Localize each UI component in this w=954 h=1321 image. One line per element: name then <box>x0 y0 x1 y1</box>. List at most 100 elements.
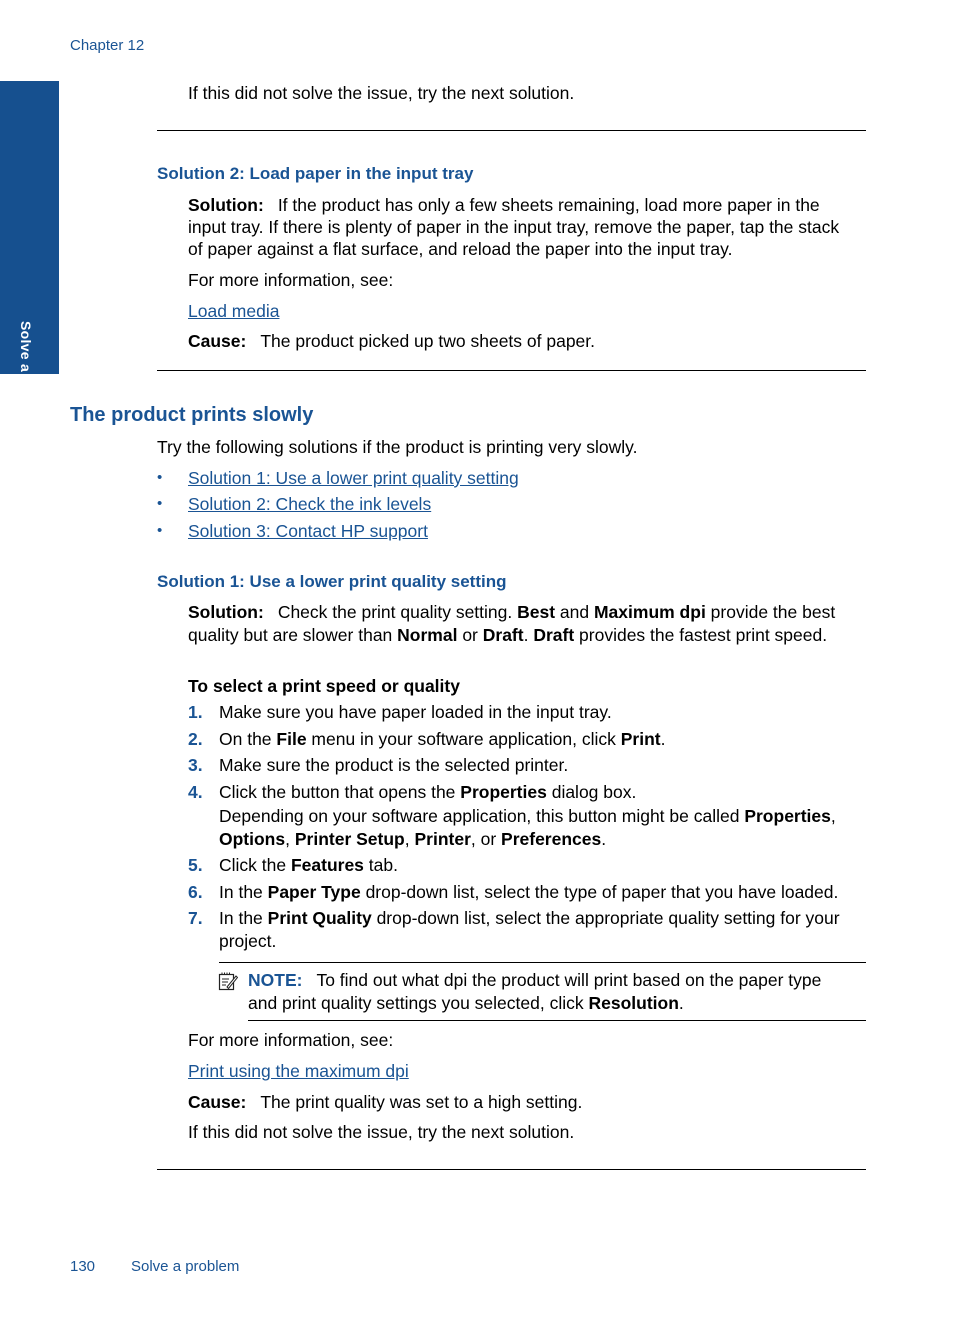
step-number: 4. <box>188 782 203 802</box>
text: Click the <box>219 855 291 875</box>
note-top-rule <box>219 962 866 963</box>
step-2: 2. On the File menu in your software app… <box>188 728 665 750</box>
step-7: 7. In the Print Quality drop-down list, … <box>188 907 840 929</box>
solution-text: If the product has only a few sheets rem… <box>277 195 820 215</box>
solution1-line2: quality but are slower than Normal or Dr… <box>188 624 827 646</box>
text: or <box>457 625 483 645</box>
bullet: • <box>157 469 163 486</box>
solution1-link[interactable]: Solution 1: Use a lower print quality se… <box>188 468 519 488</box>
bold-term: Draft <box>533 625 575 645</box>
cause-line: Cause: The print quality was set to a hig… <box>188 1091 582 1113</box>
cause-label: Cause: <box>188 331 247 351</box>
step-text: Make sure you have paper loaded in the i… <box>219 702 612 722</box>
cause-line: Cause: The product picked up two sheets o… <box>188 330 595 352</box>
divider <box>157 1169 866 1170</box>
note-line2: and print quality settings you selected,… <box>248 992 684 1014</box>
section-heading-prints-slowly: The product prints slowly <box>70 404 314 426</box>
print-max-dpi-link[interactable]: Print using the maximum dpi <box>188 1061 409 1081</box>
note-pencil-icon <box>218 971 239 991</box>
bold-term: Print <box>620 729 661 749</box>
step-4-detail-line1: Depending on your software application, … <box>219 805 836 827</box>
bold-term: Paper Type <box>267 882 361 902</box>
bold-term: Preferences <box>501 829 602 849</box>
bullet: • <box>157 522 163 539</box>
step-5: 5. Click the Features tab. <box>188 854 398 876</box>
step-text: Click the Features tab. <box>219 854 398 876</box>
step-3: 3. Make sure the product is the selected… <box>188 754 568 776</box>
solution2-line2: input tray. If there is plenty of paper … <box>188 217 840 237</box>
bold-term: Normal <box>397 625 458 645</box>
text: . <box>660 729 666 749</box>
side-tab-label: Solve a problem <box>18 321 34 434</box>
step-text: Click the button that opens the Properti… <box>219 781 636 803</box>
text: In the <box>219 882 268 902</box>
prints-slowly-intro: Try the following solutions if the produ… <box>157 437 638 457</box>
solution2-link[interactable]: Solution 2: Check the ink levels <box>188 494 431 514</box>
text: menu in your software application, click <box>306 729 621 749</box>
text: Check the print quality setting. <box>277 602 518 622</box>
cause-text: The print quality was set to a high sett… <box>260 1092 583 1112</box>
text: . <box>523 625 534 645</box>
chapter-header: Chapter 12 <box>70 37 145 54</box>
solution2-line1: Solution: If the product has only a few s… <box>188 194 820 216</box>
solution-label: Solution: <box>188 602 264 622</box>
text: Depending on your software application, … <box>219 806 745 826</box>
cause-text: The product picked up two sheets of pape… <box>260 331 596 351</box>
text: tab. <box>363 855 398 875</box>
side-tab: Solve a problem <box>0 81 59 434</box>
text: , <box>404 829 415 849</box>
divider <box>157 130 866 131</box>
intro-line: If this did not solve the issue, try the… <box>188 83 575 103</box>
bold-term: Properties <box>460 782 547 802</box>
step-number: 3. <box>188 755 203 775</box>
bold-term: Printer Setup <box>294 829 405 849</box>
step-number: 7. <box>188 908 203 928</box>
text: drop-down list, select the type of paper… <box>360 882 839 902</box>
text: , <box>830 806 836 826</box>
text: On the <box>219 729 277 749</box>
text: . <box>601 829 607 849</box>
step-number: 5. <box>188 855 203 875</box>
step-4-detail-line2: Options, Printer Setup, Printer, or Pref… <box>219 828 606 850</box>
cause-label: Cause: <box>188 1092 247 1112</box>
step-number: 2. <box>188 729 203 749</box>
solution-label: Solution: <box>188 195 264 215</box>
step-text: On the File menu in your software applic… <box>219 728 665 750</box>
text: Click the button that opens the <box>219 782 461 802</box>
step-1: 1. Make sure you have paper loaded in th… <box>188 701 612 723</box>
step-4: 4. Click the button that opens the Prope… <box>188 781 636 803</box>
text: In the <box>219 908 268 928</box>
bold-term: Best <box>517 602 556 622</box>
solution2-line3: of paper against a flat surface, and rel… <box>188 239 733 259</box>
procedure-title: To select a print speed or quality <box>188 676 460 696</box>
section-heading-solution1: Solution 1: Use a lower print quality se… <box>157 572 507 591</box>
solution1-line1: Solution: Check the print quality setting… <box>188 601 835 623</box>
bold-term: Options <box>219 829 286 849</box>
note-bottom-rule <box>248 1020 866 1021</box>
bold-term: File <box>276 729 307 749</box>
step-text: In the Paper Type drop-down list, select… <box>219 881 838 903</box>
note-label: NOTE: <box>248 970 303 990</box>
text: dialog box. <box>546 782 637 802</box>
text: . <box>678 993 684 1013</box>
text: provides the fastest print speed. <box>574 625 828 645</box>
bold-term: Maximum dpi <box>593 602 706 622</box>
text: and <box>555 602 594 622</box>
section-heading-solution2: Solution 2: Load paper in the input tray <box>157 164 474 183</box>
text: quality but are slower than <box>188 625 398 645</box>
divider <box>157 370 866 371</box>
step-6: 6. In the Paper Type drop-down list, sel… <box>188 881 838 903</box>
text: and print quality settings you selected,… <box>248 993 589 1013</box>
next-solution-text: If this did not solve the issue, try the… <box>188 1122 575 1142</box>
bullet: • <box>157 495 163 512</box>
bold-term: Resolution <box>588 993 679 1013</box>
more-info-text: For more information, see: <box>188 270 394 290</box>
note-text: To find out what dpi the product will pr… <box>316 970 822 990</box>
footer-section: Solve a problem <box>131 1258 240 1275</box>
bold-term: Print Quality <box>267 908 372 928</box>
text: drop-down list, select the appropriate q… <box>371 908 840 928</box>
load-media-link[interactable]: Load media <box>188 301 279 321</box>
note-line1: NOTE: To find out what dpi the product wi… <box>248 969 821 991</box>
solution3-link[interactable]: Solution 3: Contact HP support <box>188 521 428 541</box>
more-info-text: For more information, see: <box>188 1030 394 1050</box>
